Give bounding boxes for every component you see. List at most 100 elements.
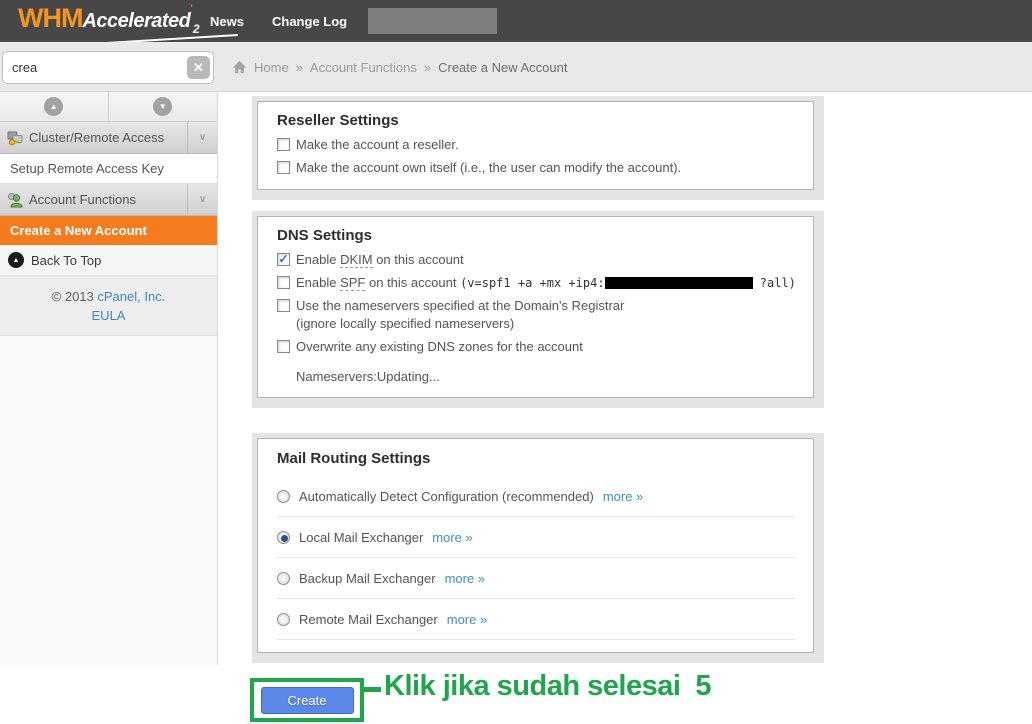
sidebar-item-label: Setup Remote Access Key <box>10 161 164 176</box>
ip-redaction-box <box>605 277 753 289</box>
eula-link[interactable]: EULA <box>0 306 217 325</box>
radio-unselected[interactable] <box>277 572 290 585</box>
more-link[interactable]: more » <box>603 489 643 504</box>
copyright-text: © 2013 <box>52 289 98 304</box>
breadcrumb-account-functions[interactable]: Account Functions <box>310 60 417 75</box>
radio-label: Backup Mail Exchanger <box>299 571 436 586</box>
spf-term[interactable]: SPF <box>340 275 365 291</box>
header-redaction-box <box>368 8 497 34</box>
registrar-nameservers-checkbox-row[interactable]: Use the nameservers specified at the Dom… <box>277 298 813 331</box>
mail-routing-settings-section: Mail Routing Settings Automatically Dete… <box>252 433 824 663</box>
nameservers-status-text: Nameservers:Updating... <box>296 369 813 384</box>
label-text: on this account <box>365 275 460 290</box>
annotation-step-number: 5 <box>695 670 711 702</box>
checkbox-label: Make the account a reseller. <box>296 137 459 152</box>
annotation-connector-line <box>364 687 381 692</box>
auto-detect-radio-row[interactable]: Automatically Detect Configuration (reco… <box>277 476 795 517</box>
reseller-settings-box: Reseller Settings Make the account a res… <box>257 101 814 190</box>
sidebar-footer: © 2013 cPanel, Inc. EULA <box>0 276 217 336</box>
checkbox-label: Use the nameservers specified at the Dom… <box>296 298 624 331</box>
logo-subscript-2: 2 <box>193 22 200 36</box>
arrow-up-icon: ▲ <box>44 97 63 116</box>
radio-label: Remote Mail Exchanger <box>299 612 438 627</box>
main-content: Reseller Settings Make the account a res… <box>218 92 1032 724</box>
checkbox-label: Enable DKIM on this account <box>296 252 464 267</box>
annotation-highlight-box: Create <box>250 678 364 722</box>
dns-settings-box: DNS Settings ✓ Enable DKIM on this accou… <box>257 216 814 398</box>
account-person-icon <box>7 192 23 208</box>
search-clear-icon[interactable]: ✕ <box>187 56 210 79</box>
search-input[interactable] <box>2 51 214 84</box>
label-text: Use the nameservers specified at the Dom… <box>296 298 624 313</box>
annotation-label: Klik jika sudah selesai <box>384 670 680 702</box>
enable-spf-checkbox-row[interactable]: Enable SPF on this account (v=spf1 +a +m… <box>277 275 813 290</box>
sidebar-scroll-controls: ▲ ▼ <box>0 92 217 122</box>
mail-routing-settings-title: Mail Routing Settings <box>277 450 813 467</box>
sidebar-group-cluster-remote-access[interactable]: Cluster/Remote Access ∨ <box>0 122 217 154</box>
sidebar-search-area: ✕ <box>0 42 218 92</box>
checkbox-checked[interactable]: ✓ <box>277 253 290 266</box>
spf-record-text: ?all) <box>753 276 796 290</box>
label-text-line2: (ignore locally specified nameservers) <box>296 316 624 331</box>
checkbox-unchecked[interactable] <box>277 276 290 289</box>
breadcrumb-separator: » <box>424 60 431 75</box>
sidebar-item-label: Create a New Account <box>10 223 147 238</box>
sidebar-group-account-functions[interactable]: Account Functions ∨ <box>0 184 217 216</box>
radio-unselected[interactable] <box>277 613 290 626</box>
sidebar-body: ▲ ▼ Cluster/Remote Access ∨ <box>0 92 218 665</box>
own-itself-checkbox-row[interactable]: Make the account own itself (i.e., the u… <box>277 160 813 175</box>
scroll-down-button[interactable]: ▼ <box>109 92 218 121</box>
breadcrumb-home[interactable]: Home <box>254 60 289 75</box>
backup-mail-exchanger-radio-row[interactable]: Backup Mail Exchanger more » <box>277 558 795 599</box>
copyright-line: © 2013 cPanel, Inc. <box>0 287 217 306</box>
logo-whm-text: WHM <box>18 3 82 33</box>
breadcrumb: Home » Account Functions » Create a New … <box>232 42 567 92</box>
more-link[interactable]: more » <box>447 612 487 627</box>
cluster-key-icon <box>7 130 23 146</box>
label-text: Enable <box>296 275 340 290</box>
more-link[interactable]: more » <box>432 530 472 545</box>
remote-mail-exchanger-radio-row[interactable]: Remote Mail Exchanger more » <box>277 599 795 640</box>
checkbox-unchecked[interactable] <box>277 299 290 312</box>
radio-unselected[interactable] <box>277 490 290 503</box>
radio-label: Automatically Detect Configuration (reco… <box>299 489 594 504</box>
scroll-up-button[interactable]: ▲ <box>0 92 109 121</box>
label-text: on this account <box>373 252 464 267</box>
top-header: WHMAccelerated’2 News Change Log <box>0 0 1032 42</box>
logo-trademark: ’ <box>190 3 192 15</box>
dns-settings-section: DNS Settings ✓ Enable DKIM on this accou… <box>252 211 824 408</box>
spf-record-text: (v=spf1 +a +mx +ip4: <box>460 276 605 290</box>
back-to-top-button[interactable]: ▲ Back To Top <box>0 245 217 276</box>
home-icon <box>232 60 247 74</box>
circle-up-arrow-icon: ▲ <box>8 252 24 268</box>
more-link[interactable]: more » <box>445 571 485 586</box>
nav-news[interactable]: News <box>210 0 244 42</box>
chevron-down-icon[interactable]: ∨ <box>187 122 217 153</box>
reseller-settings-section: Reseller Settings Make the account a res… <box>252 96 824 200</box>
checkbox-unchecked[interactable] <box>277 138 290 151</box>
checkbox-label: Make the account own itself (i.e., the u… <box>296 160 681 175</box>
reseller-settings-title: Reseller Settings <box>277 112 813 129</box>
dkim-term[interactable]: DKIM <box>340 252 373 268</box>
make-reseller-checkbox-row[interactable]: Make the account a reseller. <box>277 137 813 152</box>
cpanel-link[interactable]: cPanel, Inc. <box>97 289 165 304</box>
sidebar-item-create-a-new-account-selected[interactable]: Create a New Account <box>0 216 217 245</box>
back-to-top-label: Back To Top <box>31 253 101 268</box>
overwrite-dns-zones-checkbox-row[interactable]: Overwrite any existing DNS zones for the… <box>277 339 813 354</box>
label-text: Enable <box>296 252 340 267</box>
radio-label: Local Mail Exchanger <box>299 530 423 545</box>
local-mail-exchanger-radio-row[interactable]: Local Mail Exchanger more » <box>277 517 795 558</box>
annotation-text: Klik jika sudah selesai 5 <box>384 670 711 703</box>
checkbox-unchecked[interactable] <box>277 161 290 174</box>
sidebar-item-setup-remote-access-key[interactable]: Setup Remote Access Key <box>0 154 217 184</box>
breadcrumb-separator: » <box>296 60 303 75</box>
create-button[interactable]: Create <box>261 687 354 714</box>
radio-selected[interactable] <box>277 531 290 544</box>
checkbox-unchecked[interactable] <box>277 340 290 353</box>
nav-change-log[interactable]: Change Log <box>272 0 347 42</box>
enable-dkim-checkbox-row[interactable]: ✓ Enable DKIM on this account <box>277 252 813 267</box>
checkbox-label: Enable SPF on this account (v=spf1 +a +m… <box>296 275 796 290</box>
chevron-down-icon[interactable]: ∨ <box>187 184 217 215</box>
whm-logo: WHMAccelerated’2 <box>18 3 200 36</box>
whm-page: WHMAccelerated’2 News Change Log Home » … <box>0 0 1032 724</box>
